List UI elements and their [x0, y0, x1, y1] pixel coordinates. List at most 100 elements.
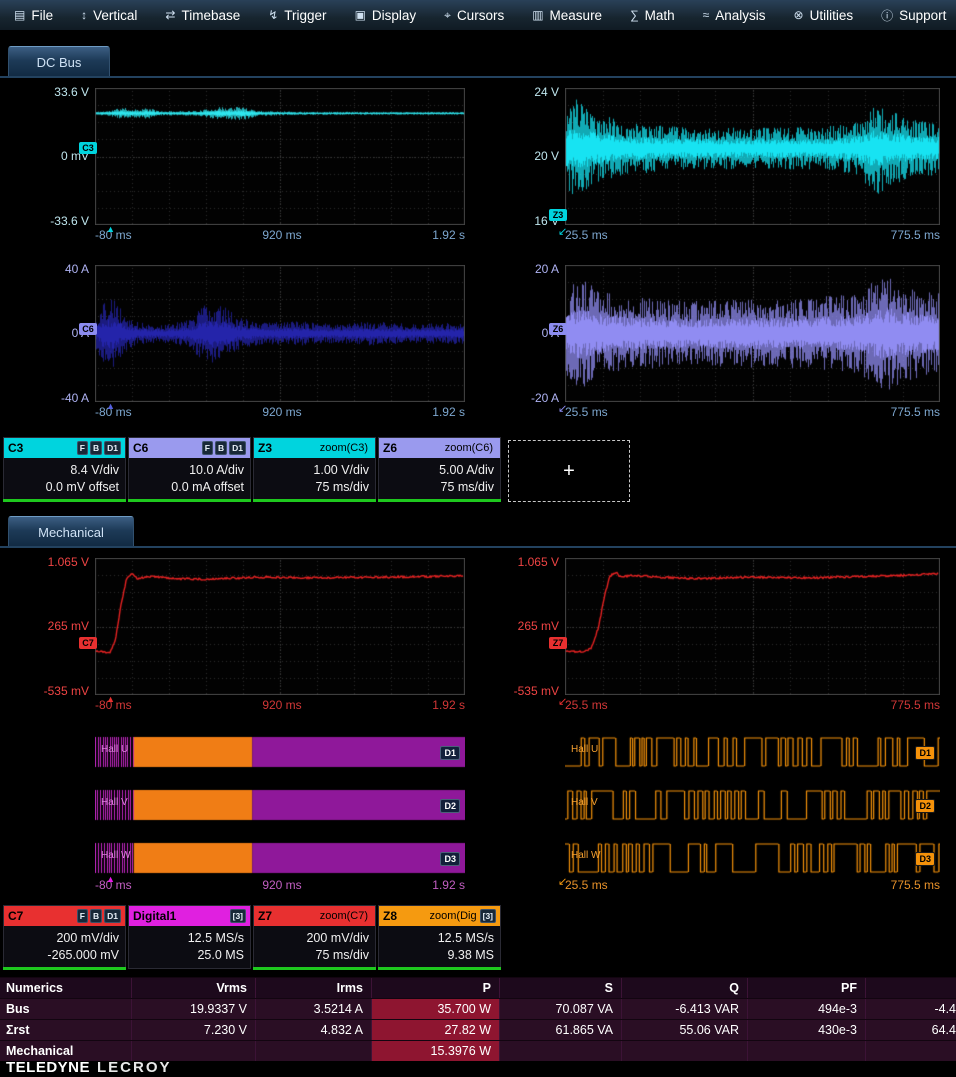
waveform-grid-z7[interactable]: 1.065 V 265 mV -535 mV 25.5 ms775.5 ms Z…	[565, 558, 940, 695]
channel-offset-marker[interactable]: C3	[79, 142, 97, 154]
tab-mechanical[interactable]: Mechanical	[8, 516, 134, 547]
channel-badge: [3]	[230, 909, 246, 923]
channel-badges: FBD1	[77, 441, 121, 455]
waveform-canvas-z3[interactable]	[565, 88, 940, 225]
value-cell	[500, 1041, 622, 1061]
menu-timebase[interactable]: ⇄Timebase	[151, 8, 254, 23]
waveform-grid-z6[interactable]: 20 A 0 A -20 A 25.5 ms775.5 ms Z6 ↙	[565, 265, 940, 402]
column-header: Irms	[256, 978, 372, 998]
channel-descriptor-z6[interactable]: Z6zoom(C6) 5.00 A/div75 ms/div	[378, 437, 501, 501]
channel-settings: 200 mV/div-265.000 mV	[4, 926, 125, 964]
menu-label: File	[31, 8, 53, 23]
waveform-canvas-z6[interactable]	[565, 265, 940, 402]
digital-canvas-right[interactable]	[565, 735, 940, 875]
trigger-position-icon[interactable]: ▲	[106, 402, 115, 410]
channel-header: Digital1[3]	[129, 906, 250, 926]
time-axis: 25.5 ms775.5 ms	[565, 405, 940, 419]
zoom-anchor-icon: ↙	[558, 878, 567, 886]
column-header	[866, 978, 956, 998]
trigger-position-icon[interactable]: ▲	[106, 875, 115, 883]
channel-descriptor-z7[interactable]: Z7zoom(C7) 200 mV/div75 ms/div	[253, 905, 376, 969]
menu-math[interactable]: ∑Math	[616, 8, 689, 23]
menu-utilities[interactable]: ⊗Utilities	[780, 8, 868, 23]
channel-header: C6FBD1	[129, 438, 250, 458]
menu-vertical[interactable]: ↕Vertical	[67, 8, 151, 23]
channel-descriptor-digital1[interactable]: Digital1[3] 12.5 MS/s25.0 MS	[128, 905, 251, 969]
menu-measure[interactable]: ▥ Measure	[518, 8, 616, 23]
value-cell	[866, 1041, 956, 1061]
oscilloscope-screen: ▤File ↕Vertical ⇄Timebase ↯Trigger ▣Disp…	[0, 0, 956, 1077]
numerics-row-bus: Bus 19.9337 V 3.5214 A 35.700 W 70.087 V…	[0, 998, 956, 1019]
channel-settings: 5.00 A/div75 ms/div	[379, 458, 500, 496]
channel-settings: 12.5 MS/s25.0 MS	[129, 926, 250, 964]
menu-cursors[interactable]: ⌖Cursors	[430, 8, 518, 23]
tab-divider	[0, 76, 956, 78]
channel-settings: 10.0 A/div0.0 mA offset	[129, 458, 250, 496]
waveform-grid-z3[interactable]: 24 V 20 V 16 V 25.5 ms775.5 ms Z3 ↙	[565, 88, 940, 225]
menu-file[interactable]: ▤File	[0, 8, 67, 23]
channel-offset: -265.000 mV	[10, 947, 119, 964]
timebase-icon: ⇄	[165, 8, 175, 22]
waveform-canvas-c7[interactable]	[95, 558, 465, 695]
channel-offset-marker[interactable]: C6	[79, 323, 97, 335]
channel-offset: 0.0 mV offset	[10, 479, 119, 496]
zoom-source-label: zoom(C3)	[320, 442, 368, 454]
channel-badge: [3]	[480, 909, 496, 923]
trace-active-indicator	[253, 499, 376, 502]
numerics-row-sigma-rst: Σrst 7.230 V 4.832 A 27.82 W 61.865 VA 5…	[0, 1019, 956, 1040]
channel-header: C7FBD1	[4, 906, 125, 926]
waveform-grid-c7[interactable]: 1.065 V 265 mV -535 mV -80 ms920 ms1.92 …	[95, 558, 465, 695]
value-cell: -4.4	[866, 999, 956, 1019]
channel-descriptor-c7[interactable]: C7FBD1 200 mV/div-265.000 mV	[3, 905, 126, 969]
digital-traces-panel[interactable]: Hall U Hall V Hall W D1 D2 D3 -80 ms920 …	[95, 735, 465, 875]
menu-label: Cursors	[457, 8, 504, 23]
value-cell-highlighted: 27.82 W	[372, 1020, 500, 1040]
value-cell: 494e-3	[748, 999, 866, 1019]
waveform-canvas-c3[interactable]	[95, 88, 465, 225]
brand-lecroy: LECROY	[97, 1059, 172, 1076]
waveform-canvas-z7[interactable]	[565, 558, 940, 695]
row-label[interactable]: Σrst	[0, 1020, 132, 1040]
value-cell: 61.865 VA	[500, 1020, 622, 1040]
channel-badge: B	[215, 441, 227, 455]
channel-scale: 12.5 MS/s	[135, 930, 244, 947]
channel-scale: 5.00 A/div	[385, 462, 494, 479]
channel-header: Z6zoom(C6)	[379, 438, 500, 458]
channel-offset-marker[interactable]: C7	[79, 637, 97, 649]
trace-active-indicator	[378, 499, 501, 502]
channel-offset-marker[interactable]: Z3	[549, 209, 567, 221]
add-trace-button[interactable]: +	[508, 440, 630, 502]
waveform-canvas-c6[interactable]	[95, 265, 465, 402]
trigger-position-icon[interactable]: ▲	[106, 695, 115, 703]
channel-offset-marker[interactable]: Z7	[549, 637, 567, 649]
menu-support[interactable]: ⓘSupport	[867, 7, 956, 24]
channel-offset: 0.0 mA offset	[135, 479, 244, 496]
channel-descriptor-c6[interactable]: C6FBD1 10.0 A/div0.0 mA offset	[128, 437, 251, 501]
zoom-anchor-icon: ↙	[558, 698, 567, 706]
numerics-title: Numerics	[0, 978, 132, 998]
channel-descriptor-c3[interactable]: C3FBD1 8.4 V/div0.0 mV offset	[3, 437, 126, 501]
y-axis-label: 33.6 V	[54, 85, 89, 99]
menu-trigger[interactable]: ↯Trigger	[254, 8, 340, 23]
menu-bar: ▤File ↕Vertical ⇄Timebase ↯Trigger ▣Disp…	[0, 0, 956, 31]
value-cell: -6.413 VAR	[622, 999, 748, 1019]
measure-icon: ▥	[532, 8, 543, 22]
menu-display[interactable]: ▣Display	[341, 8, 431, 23]
menu-analysis[interactable]: ≈Analysis	[689, 8, 780, 23]
waveform-grid-c6[interactable]: 40 A 0 A -40 A -80 ms920 ms1.92 s C6 ▲	[95, 265, 465, 402]
channel-descriptor-z8[interactable]: Z8zoom(Dig[3] 12.5 MS/s9.38 MS	[378, 905, 501, 969]
channel-id: Z6	[383, 441, 397, 455]
waveform-grid-c3[interactable]: 33.6 V 0 mV -33.6 V -80 ms920 ms1.92 s C…	[95, 88, 465, 225]
value-cell-highlighted: 35.700 W	[372, 999, 500, 1019]
digital-canvas-left[interactable]	[95, 735, 465, 875]
digital-zoom-panel[interactable]: Hall U Hall V Hall W D1 D2 D3 25.5 ms775…	[565, 735, 940, 875]
trigger-position-icon[interactable]: ▲	[106, 225, 115, 233]
time-axis: 25.5 ms775.5 ms	[565, 878, 940, 892]
math-icon: ∑	[630, 8, 639, 22]
tab-dc-bus[interactable]: DC Bus	[8, 46, 110, 77]
channel-offset: 9.38 MS	[385, 947, 494, 964]
channel-offset-marker[interactable]: Z6	[549, 323, 567, 335]
channel-descriptor-z3[interactable]: Z3zoom(C3) 1.00 V/div75 ms/div	[253, 437, 376, 501]
row-label[interactable]: Bus	[0, 999, 132, 1019]
menu-label: Measure	[550, 8, 603, 23]
